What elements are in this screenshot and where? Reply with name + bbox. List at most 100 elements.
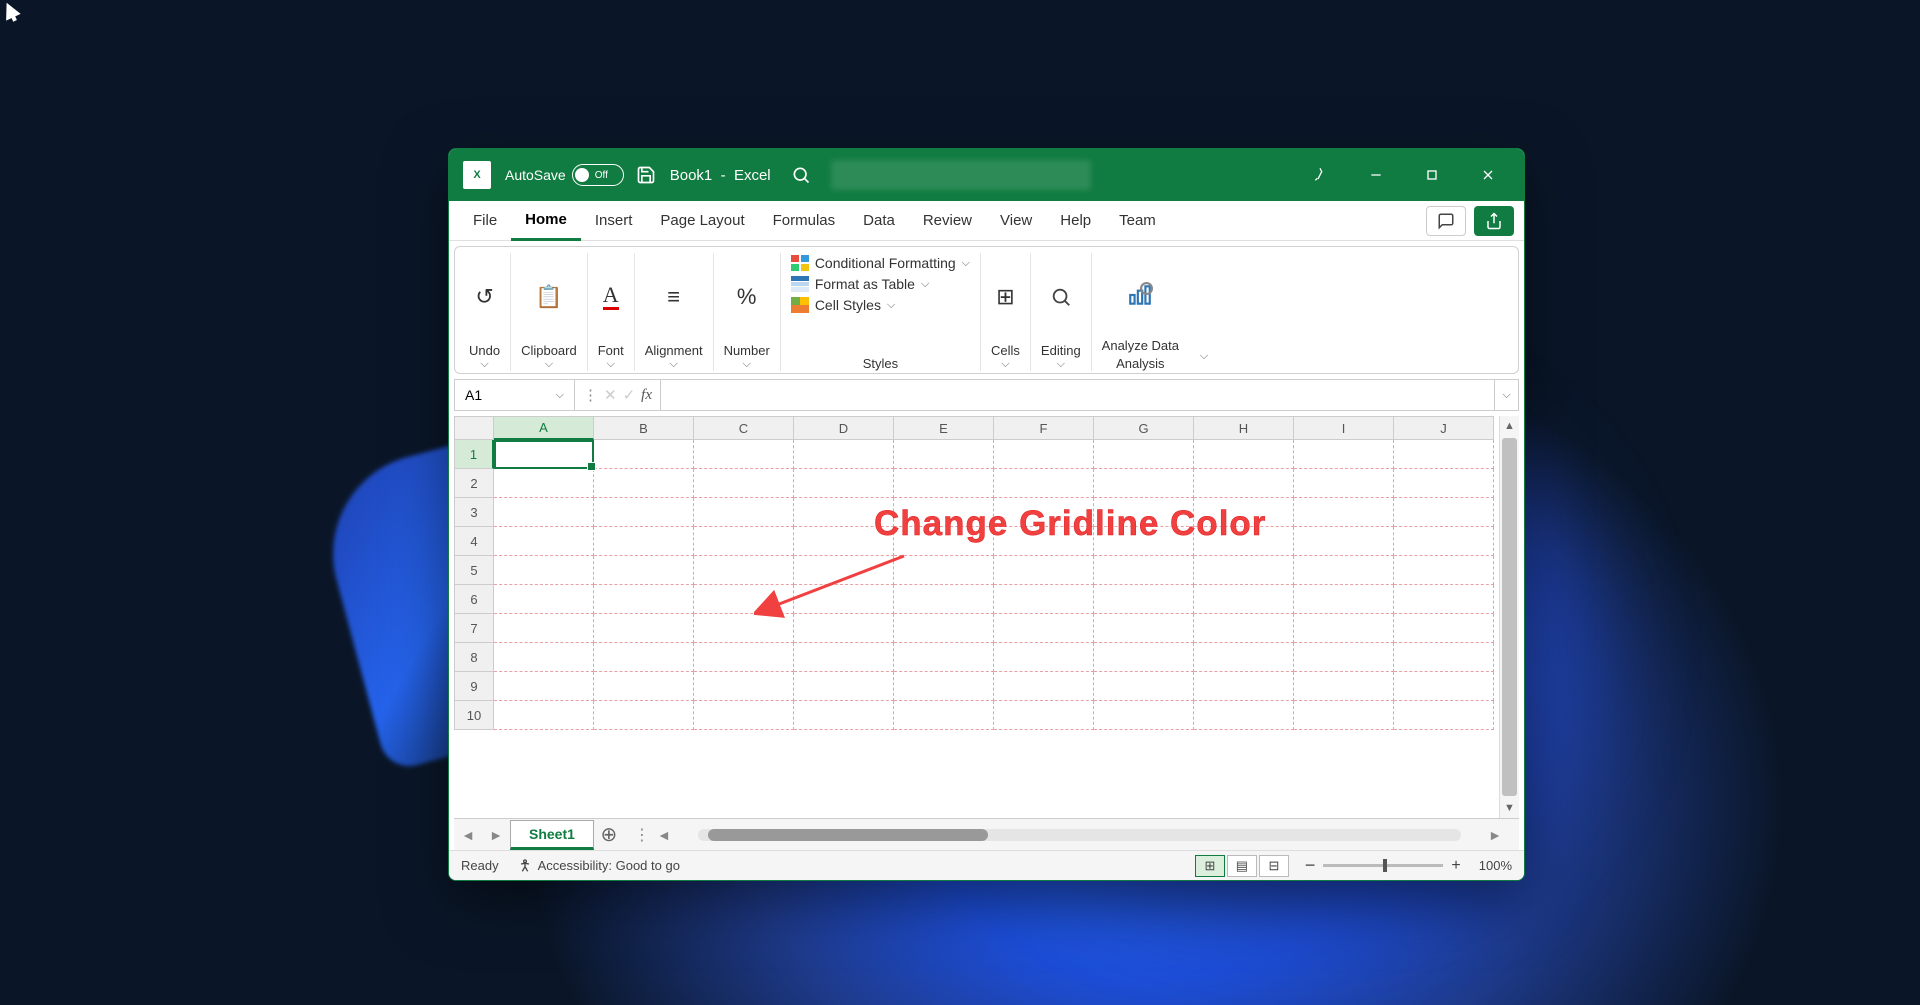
row-header-1[interactable]: 1 bbox=[454, 440, 494, 469]
col-header-c[interactable]: C bbox=[694, 416, 794, 440]
row-header-3[interactable]: 3 bbox=[454, 498, 494, 527]
ribbon: ↺ Undo ⌵ 📋 Clipboard ⌵ A Font ⌵ ≡ Alignm… bbox=[454, 246, 1519, 374]
row-header-10[interactable]: 10 bbox=[454, 701, 494, 730]
hscroll-left-icon[interactable]: ◄ bbox=[650, 827, 678, 843]
comments-button[interactable] bbox=[1426, 206, 1466, 236]
tab-help[interactable]: Help bbox=[1046, 201, 1105, 241]
autosave-label: AutoSave bbox=[505, 167, 566, 183]
horizontal-scrollbar[interactable] bbox=[698, 829, 1461, 841]
zoom-in-button[interactable]: + bbox=[1451, 857, 1460, 875]
save-icon[interactable] bbox=[636, 165, 656, 185]
vertical-scrollbar[interactable]: ▲ ▼ bbox=[1499, 416, 1519, 818]
chevron-down-icon: ⌵ bbox=[743, 358, 751, 371]
title-bar[interactable]: X AutoSave Off Book1 - Excel bbox=[449, 149, 1524, 201]
column-headers: A B C D E F G H I J bbox=[454, 416, 1499, 440]
page-break-view-button[interactable]: ⊟ bbox=[1259, 855, 1289, 877]
tab-home[interactable]: Home bbox=[511, 201, 581, 241]
row-header-4[interactable]: 4 bbox=[454, 527, 494, 556]
expand-formula-button[interactable]: ⌵ bbox=[1494, 380, 1518, 410]
col-header-d[interactable]: D bbox=[794, 416, 894, 440]
name-box[interactable]: A1 ⌵ bbox=[455, 380, 575, 410]
coming-soon-icon[interactable] bbox=[1292, 149, 1348, 201]
tab-data[interactable]: Data bbox=[849, 201, 909, 241]
tab-insert[interactable]: Insert bbox=[581, 201, 647, 241]
status-accessibility[interactable]: Accessibility: Good to go bbox=[538, 858, 680, 873]
ribbon-analysis-group[interactable]: Analyze Data Analysis bbox=[1092, 253, 1189, 371]
row-header-7[interactable]: 7 bbox=[454, 614, 494, 643]
fx-icon[interactable]: fx bbox=[641, 387, 652, 404]
zoom-level[interactable]: 100% bbox=[1479, 858, 1512, 873]
tab-formulas[interactable]: Formulas bbox=[759, 201, 850, 241]
add-sheet-button[interactable]: ⊕ bbox=[594, 822, 624, 847]
cell-styles-button[interactable]: Cell Styles ⌵ bbox=[791, 297, 970, 313]
options-icon[interactable]: ⋮ bbox=[583, 386, 598, 404]
status-bar: Ready Accessibility: Good to go ⊞ ▤ ⊟ − … bbox=[449, 850, 1524, 880]
tab-page-layout[interactable]: Page Layout bbox=[646, 201, 758, 241]
col-header-j[interactable]: J bbox=[1394, 416, 1494, 440]
autosave-state: Off bbox=[595, 170, 608, 181]
ribbon-number-group[interactable]: % Number ⌵ bbox=[714, 253, 781, 371]
col-header-g[interactable]: G bbox=[1094, 416, 1194, 440]
tab-team[interactable]: Team bbox=[1105, 201, 1170, 241]
share-button[interactable] bbox=[1474, 206, 1514, 236]
tab-view[interactable]: View bbox=[986, 201, 1046, 241]
col-header-b[interactable]: B bbox=[594, 416, 694, 440]
scroll-thumb[interactable] bbox=[1502, 438, 1517, 796]
cells-area[interactable]: Change Gridline Color bbox=[494, 440, 1499, 818]
enter-formula-icon[interactable]: ✓ bbox=[623, 386, 636, 404]
col-header-a[interactable]: A bbox=[494, 416, 594, 440]
cells-icon: ⊞ bbox=[996, 284, 1014, 310]
formula-bar: A1 ⌵ ⋮ ✕ ✓ fx ⌵ bbox=[454, 379, 1519, 411]
col-header-f[interactable]: F bbox=[994, 416, 1094, 440]
zoom-slider[interactable] bbox=[1323, 864, 1443, 867]
ribbon-alignment-group[interactable]: ≡ Alignment ⌵ bbox=[635, 253, 714, 371]
sheet-tab-1[interactable]: Sheet1 bbox=[510, 820, 594, 850]
ribbon-cells-group[interactable]: ⊞ Cells ⌵ bbox=[981, 253, 1031, 371]
account-area[interactable] bbox=[831, 160, 1091, 190]
chevron-down-icon: ⌵ bbox=[607, 358, 615, 371]
scroll-up-icon[interactable]: ▲ bbox=[1500, 416, 1519, 436]
cell-styles-icon bbox=[791, 297, 809, 313]
font-icon: A bbox=[603, 284, 619, 310]
formula-input[interactable] bbox=[661, 380, 1494, 410]
hscroll-right-icon[interactable]: ► bbox=[1481, 827, 1509, 843]
table-icon bbox=[791, 276, 809, 292]
tab-divider-icon[interactable]: ⋮ bbox=[634, 825, 650, 845]
autosave-toggle[interactable]: Off bbox=[572, 164, 624, 186]
select-all-corner[interactable] bbox=[454, 416, 494, 440]
tab-file[interactable]: File bbox=[459, 201, 511, 241]
close-button[interactable] bbox=[1460, 149, 1516, 201]
minimize-button[interactable] bbox=[1348, 149, 1404, 201]
row-header-5[interactable]: 5 bbox=[454, 556, 494, 585]
format-as-table-button[interactable]: Format as Table ⌵ bbox=[791, 276, 970, 292]
maximize-button[interactable] bbox=[1404, 149, 1460, 201]
accessibility-icon bbox=[517, 858, 533, 874]
next-sheet-icon[interactable]: ► bbox=[482, 827, 510, 843]
row-header-2[interactable]: 2 bbox=[454, 469, 494, 498]
page-layout-view-button[interactable]: ▤ bbox=[1227, 855, 1257, 877]
tab-review[interactable]: Review bbox=[909, 201, 986, 241]
row-header-8[interactable]: 8 bbox=[454, 643, 494, 672]
normal-view-button[interactable]: ⊞ bbox=[1195, 855, 1225, 877]
alignment-icon: ≡ bbox=[667, 284, 680, 310]
scroll-down-icon[interactable]: ▼ bbox=[1500, 798, 1519, 818]
ribbon-editing-group[interactable]: Editing ⌵ bbox=[1031, 253, 1092, 371]
row-header-9[interactable]: 9 bbox=[454, 672, 494, 701]
collapse-ribbon-button[interactable]: ⌵ bbox=[1189, 253, 1219, 371]
percent-icon: % bbox=[737, 284, 757, 310]
ribbon-styles-group: Conditional Formatting ⌵ Format as Table… bbox=[781, 253, 981, 371]
row-header-6[interactable]: 6 bbox=[454, 585, 494, 614]
col-header-i[interactable]: I bbox=[1294, 416, 1394, 440]
zoom-out-button[interactable]: − bbox=[1305, 855, 1316, 876]
ribbon-undo-group[interactable]: ↺ Undo ⌵ bbox=[459, 253, 511, 371]
col-header-h[interactable]: H bbox=[1194, 416, 1294, 440]
chevron-down-icon: ⌵ bbox=[480, 358, 488, 371]
col-header-e[interactable]: E bbox=[894, 416, 994, 440]
search-icon[interactable] bbox=[791, 165, 811, 185]
ribbon-font-group[interactable]: A Font ⌵ bbox=[588, 253, 635, 371]
ribbon-clipboard-group[interactable]: 📋 Clipboard ⌵ bbox=[511, 253, 588, 371]
editing-icon bbox=[1050, 286, 1072, 308]
prev-sheet-icon[interactable]: ◄ bbox=[454, 827, 482, 843]
cancel-formula-icon[interactable]: ✕ bbox=[604, 386, 617, 404]
conditional-formatting-button[interactable]: Conditional Formatting ⌵ bbox=[791, 255, 970, 271]
